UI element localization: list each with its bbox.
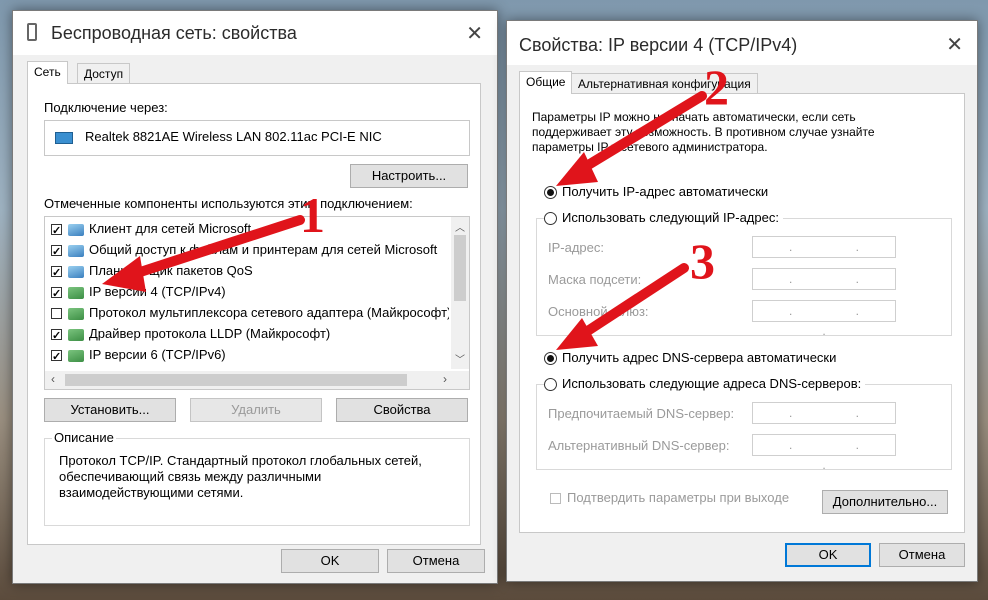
component-list-item[interactable]: Драйвер протокола LLDP (Майкрософт): [51, 324, 331, 346]
radio-selected-icon[interactable]: [544, 352, 557, 366]
dns-manual-label: Использовать следующие адреса DNS-сервер…: [562, 376, 862, 391]
tab-general[interactable]: Общие: [519, 71, 573, 94]
component-label: IP версии 6 (TCP/IPv6): [89, 347, 226, 362]
components-list: Клиент для сетей Microsoft Общий доступ к…: [44, 216, 470, 390]
close-icon[interactable]: ✕: [466, 21, 483, 46]
component-label: Драйвер протокола LLDP (Майкрософт): [89, 326, 331, 341]
checkbox-icon[interactable]: [51, 263, 62, 283]
network-card-icon: [55, 132, 73, 144]
network-properties-window: Беспроводная сеть: свойства ✕ Сеть Досту…: [12, 10, 498, 584]
network-adapter-icon: [27, 23, 37, 41]
checkbox-icon[interactable]: [51, 308, 62, 320]
alternate-dns-label: Альтернативный DNS-сервер:: [548, 438, 730, 453]
dns-groupbox: [536, 384, 952, 470]
component-label: Общий доступ к файлам и принтерам для се…: [89, 242, 438, 257]
adapter-name: Realtek 8821AE Wireless LAN 802.11ac PCI…: [85, 129, 382, 144]
chevron-left-icon[interactable]: ‹: [51, 372, 55, 386]
install-button[interactable]: Установить...: [44, 398, 176, 422]
title-bar: Свойства: IP версии 4 (TCP/IPv4) ✕: [507, 21, 977, 65]
checkbox-icon[interactable]: [51, 326, 62, 346]
validate-checkbox[interactable]: Подтвердить параметры при выходе: [550, 490, 789, 505]
dns-auto-label: Получить адрес DNS-сервера автоматически: [562, 350, 837, 365]
subnet-label: Маска подсети:: [548, 272, 642, 287]
remove-button[interactable]: Удалить: [190, 398, 322, 422]
protocol-icon: [68, 328, 84, 341]
checkbox-icon[interactable]: [51, 221, 62, 241]
chevron-up-icon[interactable]: ︿: [455, 219, 465, 234]
network-client-icon: [68, 223, 84, 236]
tab-sharing[interactable]: Доступ: [77, 63, 131, 84]
network-tab-panel: Подключение через: Realtek 8821AE Wirele…: [27, 83, 481, 545]
cancel-button[interactable]: Отмена: [387, 549, 485, 573]
subnet-field[interactable]: . . .: [752, 268, 896, 306]
vertical-scrollbar[interactable]: ︿ ﹀: [451, 217, 469, 369]
alternate-dns-field[interactable]: . . .: [752, 434, 896, 472]
radio-unselected-icon[interactable]: [544, 378, 557, 392]
general-tab-panel: Параметры IP можно назначать автоматичес…: [519, 93, 965, 533]
preferred-dns-field[interactable]: . . .: [752, 402, 896, 440]
dns-manual-radio[interactable]: Использовать следующие адреса DNS-сервер…: [544, 376, 866, 392]
component-list-item[interactable]: Протокол мультиплексора сетевого адаптер…: [51, 303, 449, 323]
intro-text: Параметры IP можно назначать автоматичес…: [532, 110, 875, 154]
adapter-box: Realtek 8821AE Wireless LAN 802.11ac PCI…: [44, 120, 470, 156]
advanced-button[interactable]: Дополнительно...: [822, 490, 948, 514]
component-label: Протокол мультиплексора сетевого адаптер…: [89, 305, 449, 320]
ip-address-field[interactable]: . . .: [752, 236, 896, 274]
close-icon[interactable]: ✕: [946, 32, 963, 57]
description-box: Протокол TCP/IP. Стандартный протокол гл…: [44, 438, 470, 526]
component-list-item[interactable]: IP версии 4 (TCP/IPv4): [51, 282, 226, 304]
h-scrollbar-thumb[interactable]: [65, 374, 407, 386]
horizontal-scrollbar[interactable]: ‹ ›: [45, 371, 469, 389]
component-label: Клиент для сетей Microsoft: [89, 221, 252, 236]
cancel-button[interactable]: Отмена: [879, 543, 965, 567]
checkbox-icon[interactable]: [51, 347, 62, 367]
component-label: Планировщик пакетов QoS: [89, 263, 253, 278]
ip-auto-label: Получить IP-адрес автоматически: [562, 184, 769, 199]
dns-auto-radio[interactable]: Получить адрес DNS-сервера автоматически: [544, 350, 837, 366]
checkbox-icon[interactable]: [550, 493, 561, 505]
description-label: Описание: [52, 430, 116, 445]
window-title: Свойства: IP версии 4 (TCP/IPv4): [519, 35, 798, 55]
gateway-field[interactable]: . . .: [752, 300, 896, 338]
title-bar: Беспроводная сеть: свойства ✕: [13, 11, 497, 55]
ipv4-properties-window: Свойства: IP версии 4 (TCP/IPv4) ✕ Общие…: [506, 20, 978, 582]
scrollbar-thumb[interactable]: [454, 235, 466, 301]
validate-label: Подтвердить параметры при выходе: [567, 490, 790, 505]
components-label: Отмеченные компоненты используются этим …: [44, 196, 413, 211]
tab-alternate-config[interactable]: Альтернативная конфигурация: [571, 73, 758, 94]
connect-using-label: Подключение через:: [44, 100, 168, 115]
description-text: Протокол TCP/IP. Стандартный протокол гл…: [59, 453, 422, 500]
gateway-label: Основной шлюз:: [548, 304, 649, 319]
ok-button[interactable]: OK: [785, 543, 871, 567]
qos-icon: [68, 265, 84, 278]
protocol-icon: [68, 307, 84, 320]
component-label: IP версии 4 (TCP/IPv4): [89, 284, 226, 299]
radio-selected-icon[interactable]: [544, 186, 557, 200]
component-list-item[interactable]: IP версии 6 (TCP/IPv6): [51, 345, 226, 367]
properties-button[interactable]: Свойства: [336, 398, 468, 422]
protocol-icon: [68, 349, 84, 362]
checkbox-icon[interactable]: [51, 242, 62, 262]
ip-manual-radio[interactable]: Использовать следующий IP-адрес:: [544, 210, 783, 226]
component-list-item[interactable]: Общий доступ к файлам и принтерам для се…: [51, 240, 438, 262]
radio-unselected-icon[interactable]: [544, 212, 557, 226]
chevron-down-icon[interactable]: ﹀: [455, 351, 465, 366]
ip-address-label: IP-адрес:: [548, 240, 604, 255]
tab-network[interactable]: Сеть: [27, 61, 68, 84]
checkbox-icon[interactable]: [51, 284, 62, 304]
chevron-right-icon[interactable]: ›: [443, 372, 447, 386]
preferred-dns-label: Предпочитаемый DNS-сервер:: [548, 406, 735, 421]
protocol-icon: [68, 286, 84, 299]
ok-button[interactable]: OK: [281, 549, 379, 573]
ip-auto-radio[interactable]: Получить IP-адрес автоматически: [544, 184, 769, 200]
file-share-icon: [68, 244, 84, 257]
ip-manual-label: Использовать следующий IP-адрес:: [562, 210, 779, 225]
configure-button[interactable]: Настроить...: [350, 164, 468, 188]
component-list-item[interactable]: Клиент для сетей Microsoft: [51, 219, 252, 241]
component-list-item[interactable]: Планировщик пакетов QoS: [51, 261, 253, 283]
window-title: Беспроводная сеть: свойства: [51, 23, 297, 43]
